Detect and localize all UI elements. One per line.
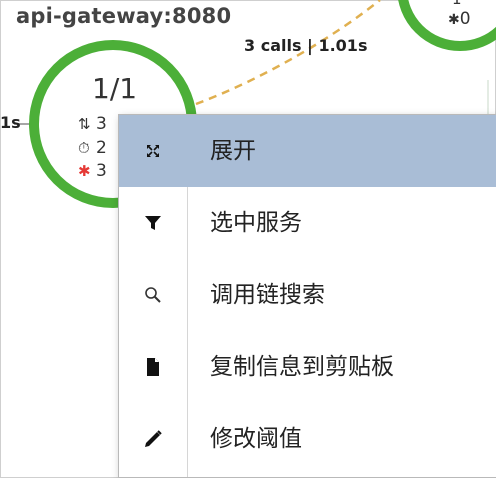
right-node-errors-row: ✱0: [448, 9, 471, 29]
edge-call-label: 3 calls | 1.01s: [244, 36, 368, 55]
right-node-top-value: 1: [452, 0, 462, 8]
menu-item-select-service[interactable]: 选中服务: [119, 187, 496, 259]
bug-icon: ✱: [78, 162, 91, 180]
filter-icon: [119, 187, 187, 259]
node-calls-row: ⇅ 3: [78, 114, 107, 134]
menu-item-trace-search[interactable]: 调用链搜索: [119, 259, 496, 331]
menu-item-edit-threshold[interactable]: 修改阈值: [119, 403, 496, 475]
menu-item-label: 复制信息到剪贴板: [210, 354, 394, 380]
calls-icon: ⇅: [78, 115, 91, 133]
stopwatch-icon: ⏱: [78, 139, 90, 157]
menu-item-label: 调用链搜索: [210, 282, 325, 308]
node-time-value: 2: [96, 138, 107, 158]
expand-icon: [119, 115, 187, 187]
menu-item-label: 展开: [210, 138, 256, 164]
pencil-icon: [119, 403, 187, 475]
node-time-row: ⏱ 2: [78, 138, 107, 158]
left-edge-label: 1s: [0, 113, 21, 132]
menu-item-label: 修改阈值: [210, 426, 302, 452]
node-errors-value: 3: [96, 161, 107, 181]
right-node-errors-value: 0: [459, 9, 471, 29]
copy-icon: [119, 331, 187, 403]
node-instances: 1/1: [92, 72, 138, 105]
node-calls-value: 3: [96, 114, 107, 134]
bug-icon: ✱: [448, 12, 460, 28]
search-icon: [119, 259, 187, 331]
node-errors-row: ✱ 3: [78, 161, 107, 181]
menu-item-label: 选中服务: [210, 210, 302, 236]
service-name: api-gateway:8080: [16, 4, 232, 28]
context-menu: 展开 选中服务 调用链搜索 复制信息到剪贴板 修改阈值: [118, 114, 496, 478]
menu-item-expand[interactable]: 展开: [119, 115, 496, 187]
menu-item-copy-to-clipboard[interactable]: 复制信息到剪贴板: [119, 331, 496, 403]
